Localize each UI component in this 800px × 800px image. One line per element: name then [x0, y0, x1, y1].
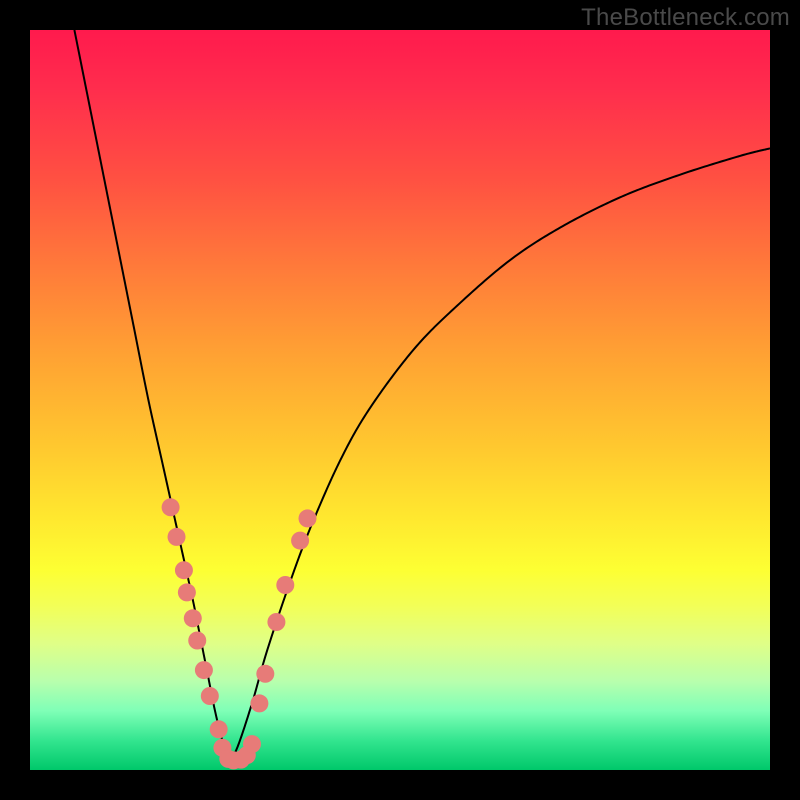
watermark-text: TheBottleneck.com	[581, 4, 790, 32]
highlight-dot	[178, 583, 196, 601]
chart-svg	[30, 30, 770, 770]
highlight-dot	[256, 665, 274, 683]
curve-layer	[74, 30, 770, 759]
highlight-dot	[276, 576, 294, 594]
dots-layer	[162, 498, 317, 769]
plot-area	[30, 30, 770, 770]
highlight-dot	[299, 509, 317, 527]
highlight-dot	[184, 609, 202, 627]
highlight-dot	[195, 661, 213, 679]
highlight-dot	[168, 528, 186, 546]
highlight-dot	[188, 632, 206, 650]
curve-right-arm	[230, 148, 770, 759]
highlight-dot	[162, 498, 180, 516]
highlight-dot	[291, 532, 309, 550]
highlight-dot	[243, 735, 261, 753]
highlight-dot	[175, 561, 193, 579]
chart-frame: TheBottleneck.com	[0, 0, 800, 800]
highlight-dot	[267, 613, 285, 631]
curve-left-arm	[74, 30, 229, 759]
highlight-dot	[210, 720, 228, 738]
highlight-dot	[250, 694, 268, 712]
highlight-dot	[201, 687, 219, 705]
